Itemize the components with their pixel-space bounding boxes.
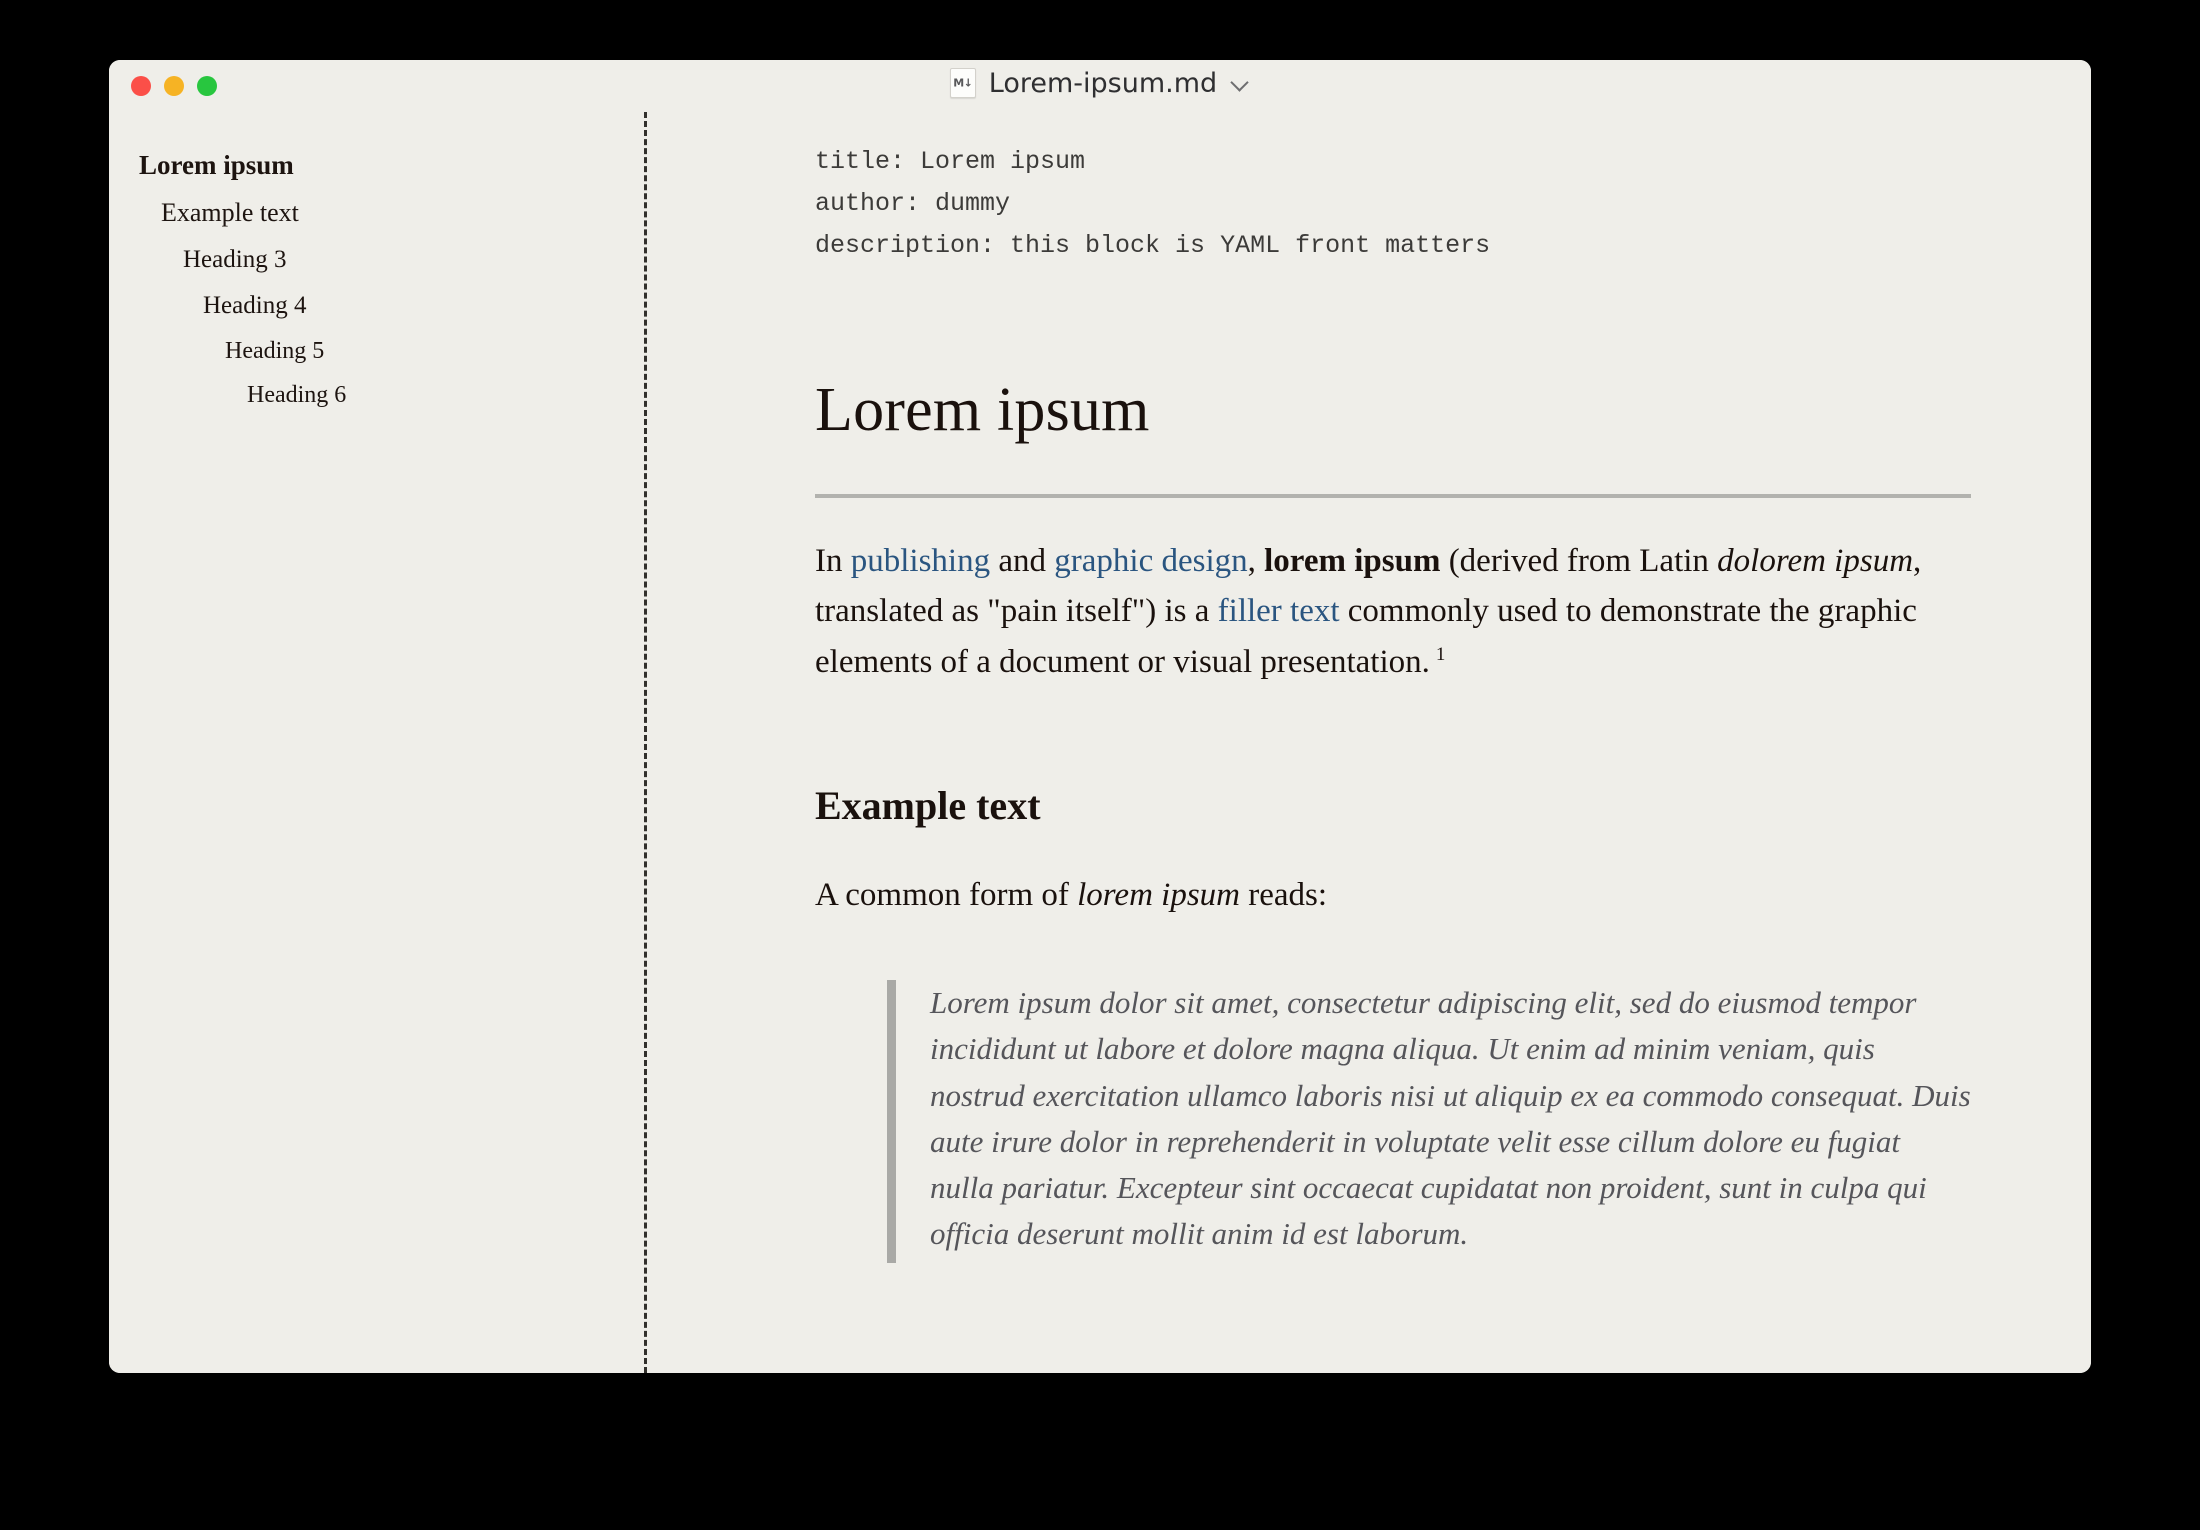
para1-bold-lorem-ipsum: lorem ipsum xyxy=(1264,543,1441,580)
traffic-light-controls xyxy=(131,76,217,96)
chevron-down-icon[interactable] xyxy=(1230,73,1250,93)
para2-seg-tail: reads: xyxy=(1240,876,1328,913)
example-intro-paragraph: A common form of lorem ipsum reads: xyxy=(815,871,1971,921)
para1-seg-and: and xyxy=(990,543,1055,580)
para1-seg-derived: (derived from Latin xyxy=(1440,543,1718,580)
maximize-window-button[interactable] xyxy=(197,76,217,96)
link-filler-text[interactable]: filler text xyxy=(1218,593,1340,629)
horizontal-rule xyxy=(815,494,1971,499)
intro-paragraph: In publishing and graphic design, lorem … xyxy=(815,536,1971,686)
document-h1-heading: Lorem ipsum xyxy=(815,376,1150,444)
para1-italic-dolorem-ipsum: dolorem ipsum xyxy=(1717,543,1914,580)
document-content-pane[interactable]: title: Lorem ipsum author: dummy descrip… xyxy=(647,108,2091,1373)
lorem-blockquote: Lorem ipsum dolor sit amet, consectetur … xyxy=(887,980,1971,1264)
window-title: Lorem-ipsum.md xyxy=(988,67,1218,99)
sidebar-item-heading-4[interactable]: Heading 4 xyxy=(109,283,644,329)
desktop-background: M↓ Lorem-ipsum.md Lorem ipsum Example te… xyxy=(0,0,2200,1530)
markdown-file-icon: M↓ xyxy=(949,68,976,98)
link-publishing[interactable]: publishing xyxy=(851,543,990,579)
document-content-inner: title: Lorem ipsum author: dummy descrip… xyxy=(647,141,2091,1264)
minimize-window-button[interactable] xyxy=(164,76,184,96)
sidebar-item-example-text[interactable]: Example text xyxy=(109,189,644,236)
titlebar: M↓ Lorem-ipsum.md xyxy=(109,60,2091,108)
link-graphic-design[interactable]: graphic design xyxy=(1054,543,1247,579)
sidebar-item-heading-6[interactable]: Heading 6 xyxy=(109,373,644,418)
blockquote-text: Lorem ipsum dolor sit amet, consectetur … xyxy=(930,985,1971,1252)
window-body: Lorem ipsum Example text Heading 3 Headi… xyxy=(109,108,2091,1373)
sidebar-item-heading-3[interactable]: Heading 3 xyxy=(109,237,644,283)
markdown-glyph-label: M↓ xyxy=(953,76,973,90)
sidebar-item-lorem-ipsum[interactable]: Lorem ipsum xyxy=(109,141,644,189)
para2-italic-lorem-ipsum: lorem ipsum xyxy=(1077,876,1240,913)
para1-seg-comma: , xyxy=(1247,543,1265,580)
yaml-front-matter-block: title: Lorem ipsum author: dummy descrip… xyxy=(815,147,1491,260)
para1-seg-in: In xyxy=(815,543,851,580)
outline-sidebar: Lorem ipsum Example text Heading 3 Headi… xyxy=(109,108,644,1373)
sidebar-item-heading-5[interactable]: Heading 5 xyxy=(109,329,644,374)
document-h2-heading: Example text xyxy=(815,782,1041,828)
footnote-reference-1[interactable]: 1 xyxy=(1430,644,1446,665)
close-window-button[interactable] xyxy=(131,76,151,96)
editor-window: M↓ Lorem-ipsum.md Lorem ipsum Example te… xyxy=(109,60,2091,1373)
para2-seg-lead: A common form of xyxy=(815,876,1078,913)
window-title-group: M↓ Lorem-ipsum.md xyxy=(109,68,2091,98)
